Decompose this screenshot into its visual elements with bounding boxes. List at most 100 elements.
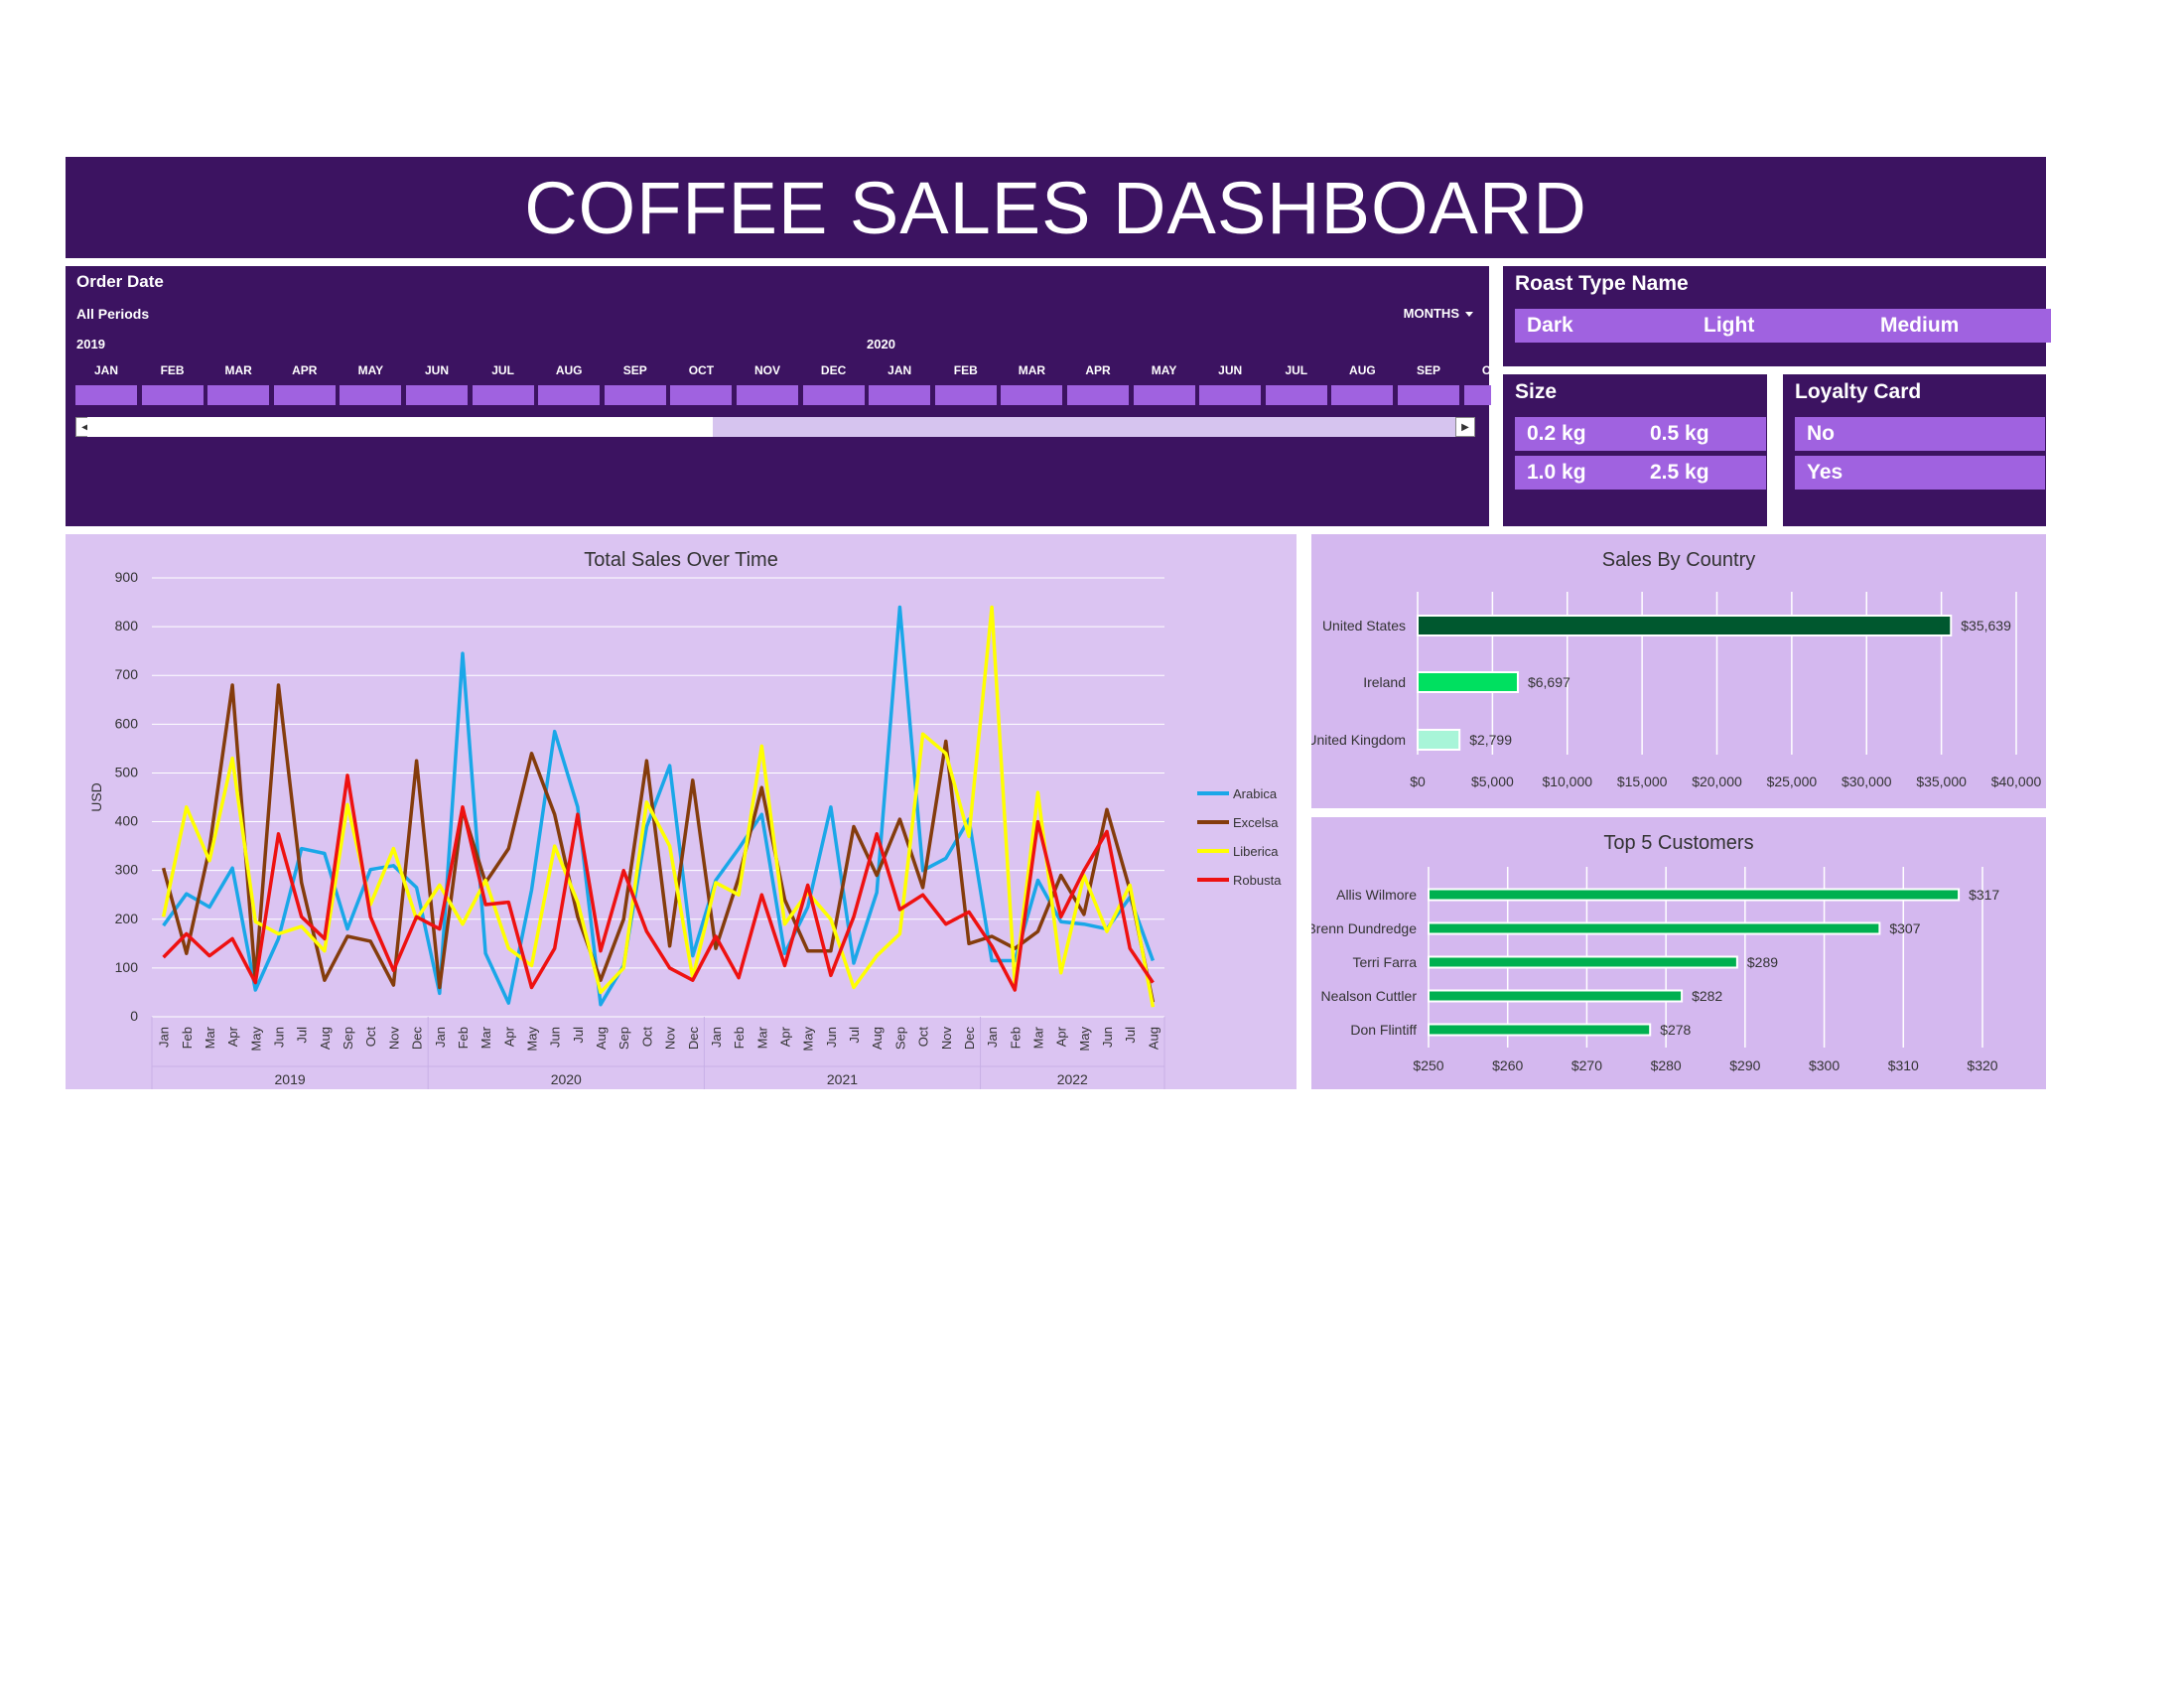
x-tick-month-label: Oct xyxy=(639,1027,654,1048)
timeline-month-tile[interactable] xyxy=(1133,385,1195,405)
x-tick-label: $35,000 xyxy=(1916,774,1967,789)
y-tick-label: 700 xyxy=(115,666,139,682)
timeline-period: All Periods xyxy=(76,306,150,322)
timeline-month-tile[interactable] xyxy=(1398,385,1459,405)
bar xyxy=(1417,671,1519,693)
timeline-month-label: MAR xyxy=(224,363,252,377)
timeline-month-tile[interactable] xyxy=(207,385,270,405)
x-tick-month-label: Apr xyxy=(501,1026,516,1047)
timeline-level-dropdown[interactable]: MONTHS xyxy=(1404,306,1473,321)
x-tick-month-label: Sep xyxy=(341,1027,355,1050)
timeline-month-tile[interactable] xyxy=(1265,385,1327,405)
total-sales-svg: Total Sales Over Time 0 100 200 300 400 500 600… xyxy=(88,549,1282,1090)
x-tick-month-label: Dec xyxy=(410,1027,425,1051)
y-tick-label: 200 xyxy=(115,911,139,926)
roast-item-light[interactable]: Light xyxy=(1692,309,1874,343)
x-tick-month-label: May xyxy=(525,1027,540,1052)
x-tick-month-label: May xyxy=(248,1027,263,1052)
loyalty-item-no[interactable]: No xyxy=(1795,417,2045,451)
timeline-month-label: DEC xyxy=(820,363,847,377)
x-tick-label: $5,000 xyxy=(1471,774,1514,789)
timeline-level-label: MONTHS xyxy=(1403,306,1459,321)
x-tick-month-label: May xyxy=(1077,1027,1092,1052)
timeline-scroll-thumb[interactable] xyxy=(87,417,713,437)
chart-title: Top 5 Customers xyxy=(1603,832,1753,854)
roast-type-slicer: Roast Type Name Dark Light Medium xyxy=(1503,266,2051,366)
loyalty-card-slicer: Loyalty Card No Yes xyxy=(1783,374,2046,526)
x-year-label: 2019 xyxy=(275,1071,306,1087)
timeline-month-tile[interactable] xyxy=(1067,385,1129,405)
size-slicer-title: Size xyxy=(1515,380,1558,403)
x-tick-month-label: Jun xyxy=(824,1027,839,1048)
x-tick-month-label: Dec xyxy=(686,1027,701,1051)
timeline-month-tile[interactable] xyxy=(1331,385,1394,405)
roast-item-dark[interactable]: Dark xyxy=(1515,309,1698,343)
timeline-month-tile[interactable] xyxy=(1199,385,1262,405)
y-axis-label: USD xyxy=(88,782,104,812)
x-tick-label: $290 xyxy=(1729,1057,1760,1073)
timeline-month-label: NOV xyxy=(753,363,780,377)
timeline-month-tile[interactable] xyxy=(273,385,336,405)
timeline-month-tile[interactable] xyxy=(1463,385,1491,405)
x-tick-month-label: Jan xyxy=(157,1027,172,1048)
legend-label: Excelsa xyxy=(1233,815,1279,830)
x-tick-month-label: Sep xyxy=(616,1027,631,1050)
timeline-month-label: JUN xyxy=(424,363,449,377)
x-tick-month-label: Jul xyxy=(571,1027,586,1044)
x-tick-month-label: Aug xyxy=(1146,1027,1160,1050)
timeline-month-tile[interactable] xyxy=(1001,385,1063,405)
y-tick-label: 800 xyxy=(115,618,139,633)
x-year-label: 2022 xyxy=(1057,1071,1088,1087)
x-tick-month-label: Feb xyxy=(732,1027,747,1049)
category-label: United Kingdom xyxy=(1311,732,1406,748)
bar xyxy=(1428,989,1684,1003)
x-tick-month-label: Oct xyxy=(916,1027,931,1048)
timeline-month-tile[interactable] xyxy=(340,385,402,405)
dashboard-title-bar: COFFEE SALES DASHBOARD xyxy=(66,157,2046,258)
roast-item-medium[interactable]: Medium xyxy=(1868,309,2051,343)
data-label: $317 xyxy=(1969,887,1999,903)
timeline-month-tile[interactable] xyxy=(737,385,798,405)
timeline-month-tile[interactable] xyxy=(802,385,865,405)
size-item-0-5kg[interactable]: 0.5 kg xyxy=(1638,417,1766,451)
order-date-timeline[interactable]: Order Date All Periods MONTHS ◀ ▶ JAN FEB… xyxy=(66,266,1507,526)
x-tick-month-label: Aug xyxy=(318,1027,333,1050)
y-tick-label: 600 xyxy=(115,715,139,731)
category-label: Allis Wilmore xyxy=(1336,887,1417,903)
y-tick-label: 900 xyxy=(115,569,139,585)
x-tick-month-label: Oct xyxy=(363,1027,378,1048)
timeline-month-tile[interactable] xyxy=(472,385,534,405)
x-tick-month-label: Feb xyxy=(456,1027,471,1049)
timeline-month-label: JAN xyxy=(93,363,118,377)
x-tick-label: $270 xyxy=(1571,1057,1602,1073)
x-tick-month-label: Mar xyxy=(478,1026,493,1049)
timeline-month-tile[interactable] xyxy=(869,385,931,405)
scroll-right-icon[interactable]: ▶ xyxy=(1455,417,1475,437)
timeline-month-tile[interactable] xyxy=(406,385,468,405)
timeline-month-tile[interactable] xyxy=(75,385,137,405)
chart-title: Sales By Country xyxy=(1602,549,1756,571)
timeline-month-tile[interactable] xyxy=(670,385,733,405)
sales-by-country-svg: Sales By Country $0 $5,000 $10,000 $15,000 $2… xyxy=(1306,549,2041,789)
x-tick-month-label: Sep xyxy=(892,1027,907,1050)
x-tick-label: $310 xyxy=(1888,1057,1919,1073)
timeline-month-tile[interactable] xyxy=(141,385,204,405)
size-item-1-0kg[interactable]: 1.0 kg xyxy=(1515,456,1643,490)
top-5-customers-svg: Top 5 Customers $250 $260 $270 $280 $290 $300 $… xyxy=(1306,832,1999,1073)
timeline-month-tile[interactable] xyxy=(934,385,997,405)
timeline-month-tile[interactable] xyxy=(538,385,601,405)
x-tick-label: $300 xyxy=(1809,1057,1840,1073)
size-item-2-5kg[interactable]: 2.5 kg xyxy=(1638,456,1766,490)
bar xyxy=(1428,1023,1652,1037)
loyalty-item-yes[interactable]: Yes xyxy=(1795,456,2045,490)
timeline-scrollbar[interactable]: ◀ ▶ xyxy=(75,417,1475,437)
timeline-month-tile[interactable] xyxy=(604,385,666,405)
x-tick-month-label: Nov xyxy=(663,1027,678,1051)
size-item-0-2kg[interactable]: 0.2 kg xyxy=(1515,417,1643,451)
timeline-month-label: OCT xyxy=(688,363,715,377)
timeline-month-label: MAR xyxy=(1018,363,1046,377)
size-slicer: Size 0.2 kg 0.5 kg 1.0 kg 2.5 kg xyxy=(1503,374,1767,526)
timeline-month-label: JUL xyxy=(1285,363,1308,377)
timeline-year-label: 2019 xyxy=(76,337,105,352)
x-tick-month-label: Nov xyxy=(386,1027,401,1051)
